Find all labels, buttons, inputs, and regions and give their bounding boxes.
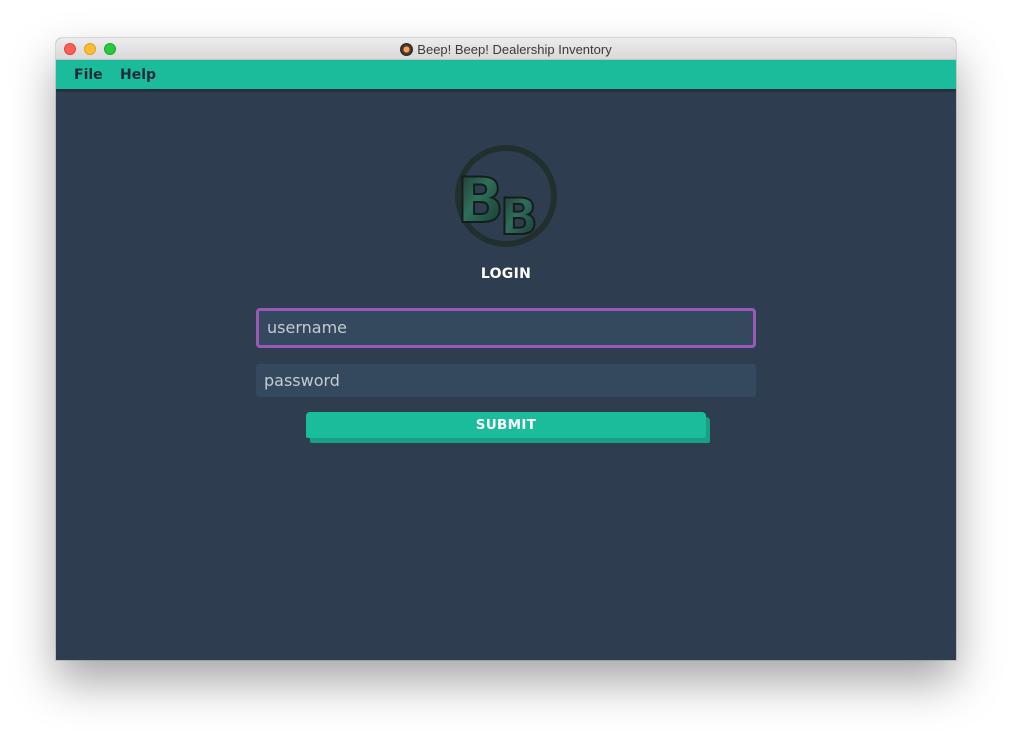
app-icon [400, 42, 414, 56]
logo: B B [455, 145, 557, 247]
menu-file[interactable]: File [74, 67, 103, 83]
app-window: Beep! Beep! Dealership Inventory File He… [56, 38, 956, 660]
menu-help[interactable]: Help [120, 67, 156, 83]
submit-button[interactable]: SUBMIT [306, 412, 706, 438]
logo-letter-b1: B [457, 164, 504, 237]
menu-bar: File Help [56, 60, 956, 89]
window-title: Beep! Beep! Dealership Inventory [417, 41, 612, 57]
window-title-group: Beep! Beep! Dealership Inventory [56, 38, 956, 60]
logo-letter-b2: B [500, 188, 538, 246]
username-input[interactable]: username [256, 308, 756, 348]
password-input[interactable]: password [256, 364, 756, 397]
login-heading: LOGIN [480, 266, 532, 282]
title-bar[interactable]: Beep! Beep! Dealership Inventory [56, 38, 956, 60]
